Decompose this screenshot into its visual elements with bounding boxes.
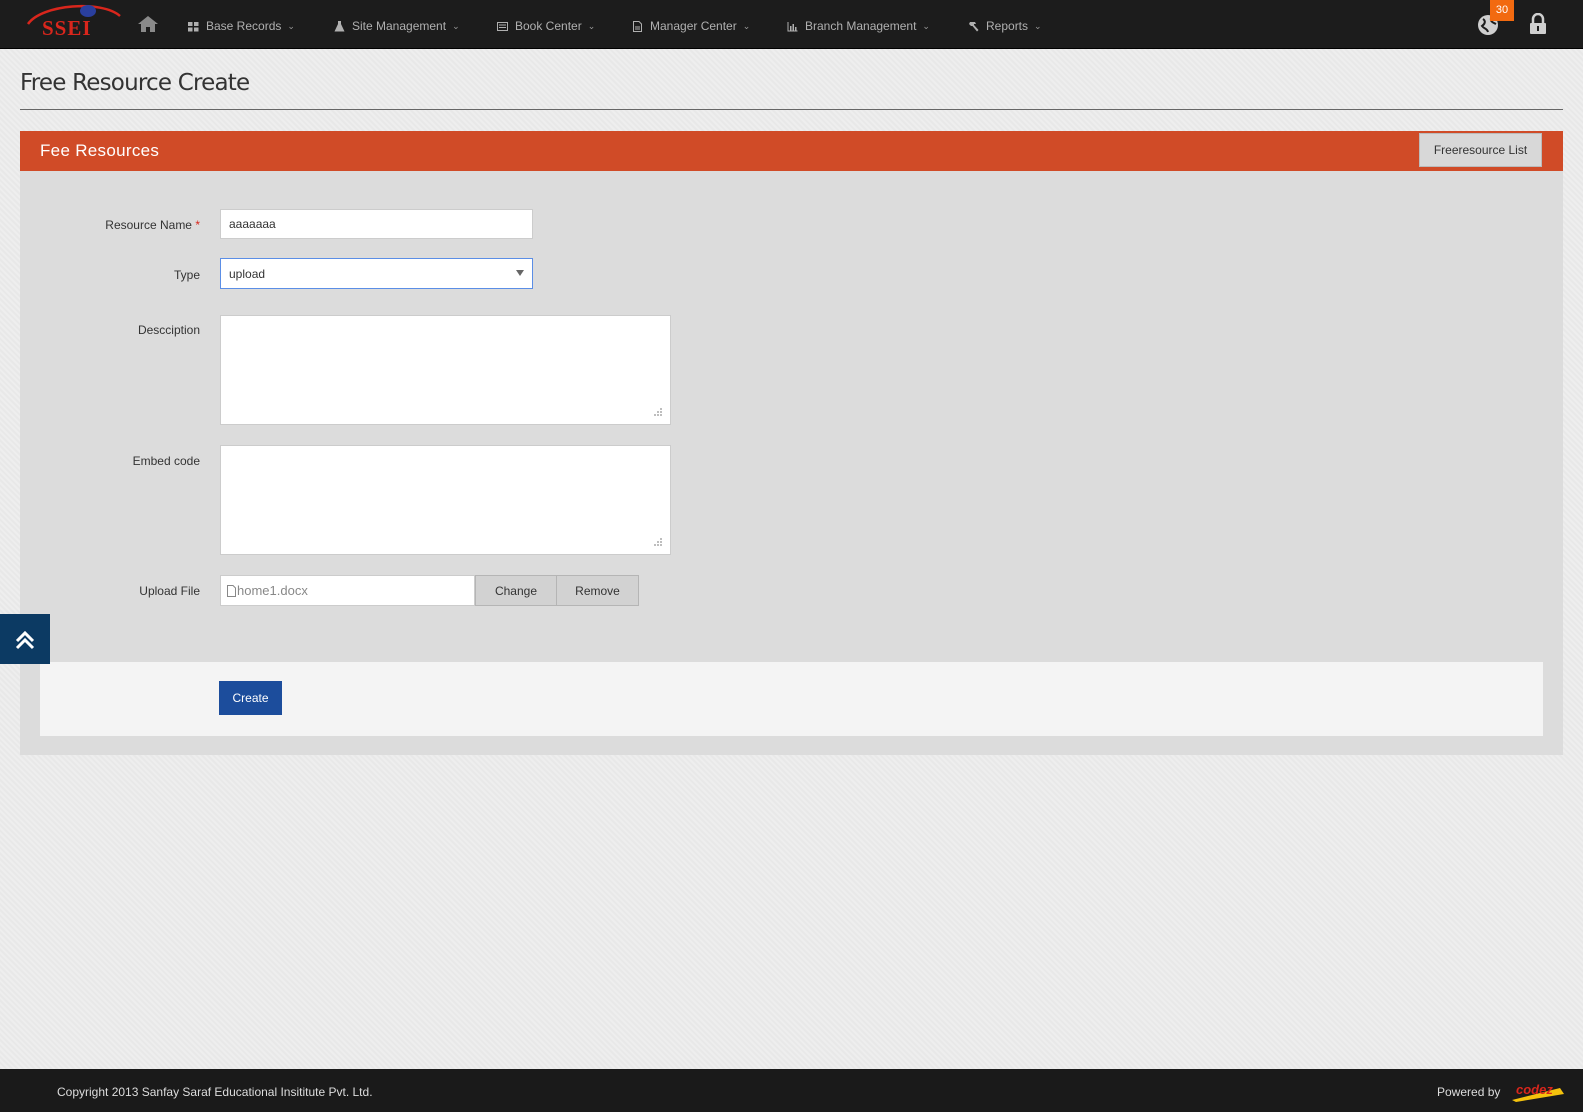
list-box-icon xyxy=(497,21,508,31)
nav-site-management[interactable]: Site Management ⌄ xyxy=(334,17,460,35)
change-file-button[interactable]: Change xyxy=(475,575,557,606)
notification-badge: 30 xyxy=(1490,0,1514,21)
nav-label: Base Records xyxy=(206,19,282,33)
top-navbar: SSEI Base Records ⌄ Site Management ⌄ Bo… xyxy=(0,0,1583,49)
nav-book-center[interactable]: Book Center ⌄ xyxy=(497,17,595,35)
description-label: Descciption xyxy=(137,323,200,337)
fee-resources-panel: Fee Resources Freeresource List Resource… xyxy=(20,131,1563,755)
description-textarea[interactable] xyxy=(220,315,671,425)
type-label: Type xyxy=(173,268,200,282)
nav-label: Book Center xyxy=(515,19,582,33)
panel-title: Fee Resources xyxy=(40,141,160,160)
flask-icon xyxy=(334,20,345,31)
codez-logo[interactable]: codez xyxy=(1510,1080,1565,1102)
resize-grip-icon[interactable] xyxy=(653,537,663,547)
nav-label: Site Management xyxy=(352,19,447,33)
embed-code-label: Embed code xyxy=(132,454,200,468)
footer: Copyright 2013 Sanfay Saraf Educational … xyxy=(0,1069,1583,1112)
codez-logo-text: codez xyxy=(1516,1082,1553,1097)
freeresource-list-button[interactable]: Freeresource List xyxy=(1419,133,1542,167)
ssei-logo[interactable]: SSEI xyxy=(22,2,122,42)
title-divider xyxy=(20,109,1563,110)
nav-branch-management[interactable]: Branch Management ⌄ xyxy=(787,17,930,35)
type-selected-value: upload xyxy=(229,266,266,281)
resize-grip-icon[interactable] xyxy=(653,407,663,417)
resource-name-label: Resource Name * xyxy=(20,218,200,232)
chevron-down-icon: ⌄ xyxy=(587,20,596,31)
file-name-display[interactable]: home1.docx xyxy=(220,575,475,606)
powered-by-text: Powered by xyxy=(1437,1085,1501,1099)
grid-icon xyxy=(188,21,199,31)
remove-file-button[interactable]: Remove xyxy=(556,575,639,606)
document-icon xyxy=(633,20,642,32)
double-chevron-up-icon xyxy=(15,630,35,650)
nav-base-records[interactable]: Base Records ⌄ xyxy=(188,17,295,35)
nav-label: Manager Center xyxy=(650,19,737,33)
hammer-icon xyxy=(969,21,979,31)
required-asterisk: * xyxy=(195,218,200,232)
create-button[interactable]: Create xyxy=(219,681,282,715)
nav-label: Branch Management xyxy=(805,19,917,33)
nav-manager-center[interactable]: Manager Center ⌄ xyxy=(632,17,750,35)
embed-code-textarea[interactable] xyxy=(220,445,671,555)
file-name-text: home1.docx xyxy=(237,583,308,598)
resource-name-label-text: Resource Name xyxy=(105,218,192,232)
copyright-text: Copyright 2013 Sanfay Saraf Educational … xyxy=(57,1085,373,1099)
chevron-down-icon: ⌄ xyxy=(742,20,751,31)
logo-text: SSEI xyxy=(42,16,92,40)
form-actions: Create xyxy=(40,662,1543,736)
lock-icon[interactable] xyxy=(1529,13,1547,35)
chevron-down-icon: ⌄ xyxy=(1034,20,1042,31)
chevron-down-icon: ⌄ xyxy=(922,20,930,31)
page-title: Free Resource Create xyxy=(20,70,250,96)
upload-file-label: Upload File xyxy=(139,584,200,598)
type-select[interactable]: upload xyxy=(220,258,533,289)
panel-header: Fee Resources Freeresource List xyxy=(20,131,1563,171)
file-icon xyxy=(227,584,236,597)
home-icon[interactable] xyxy=(137,15,159,33)
chevron-down-icon: ⌄ xyxy=(287,20,295,31)
nav-label: Reports xyxy=(986,19,1029,33)
caret-down-icon xyxy=(516,270,524,276)
resource-name-input[interactable] xyxy=(220,209,533,239)
scroll-to-top-button[interactable] xyxy=(0,614,50,664)
bar-chart-icon xyxy=(787,21,798,31)
nav-reports[interactable]: Reports ⌄ xyxy=(968,17,1042,35)
chevron-down-icon: ⌄ xyxy=(452,20,460,31)
